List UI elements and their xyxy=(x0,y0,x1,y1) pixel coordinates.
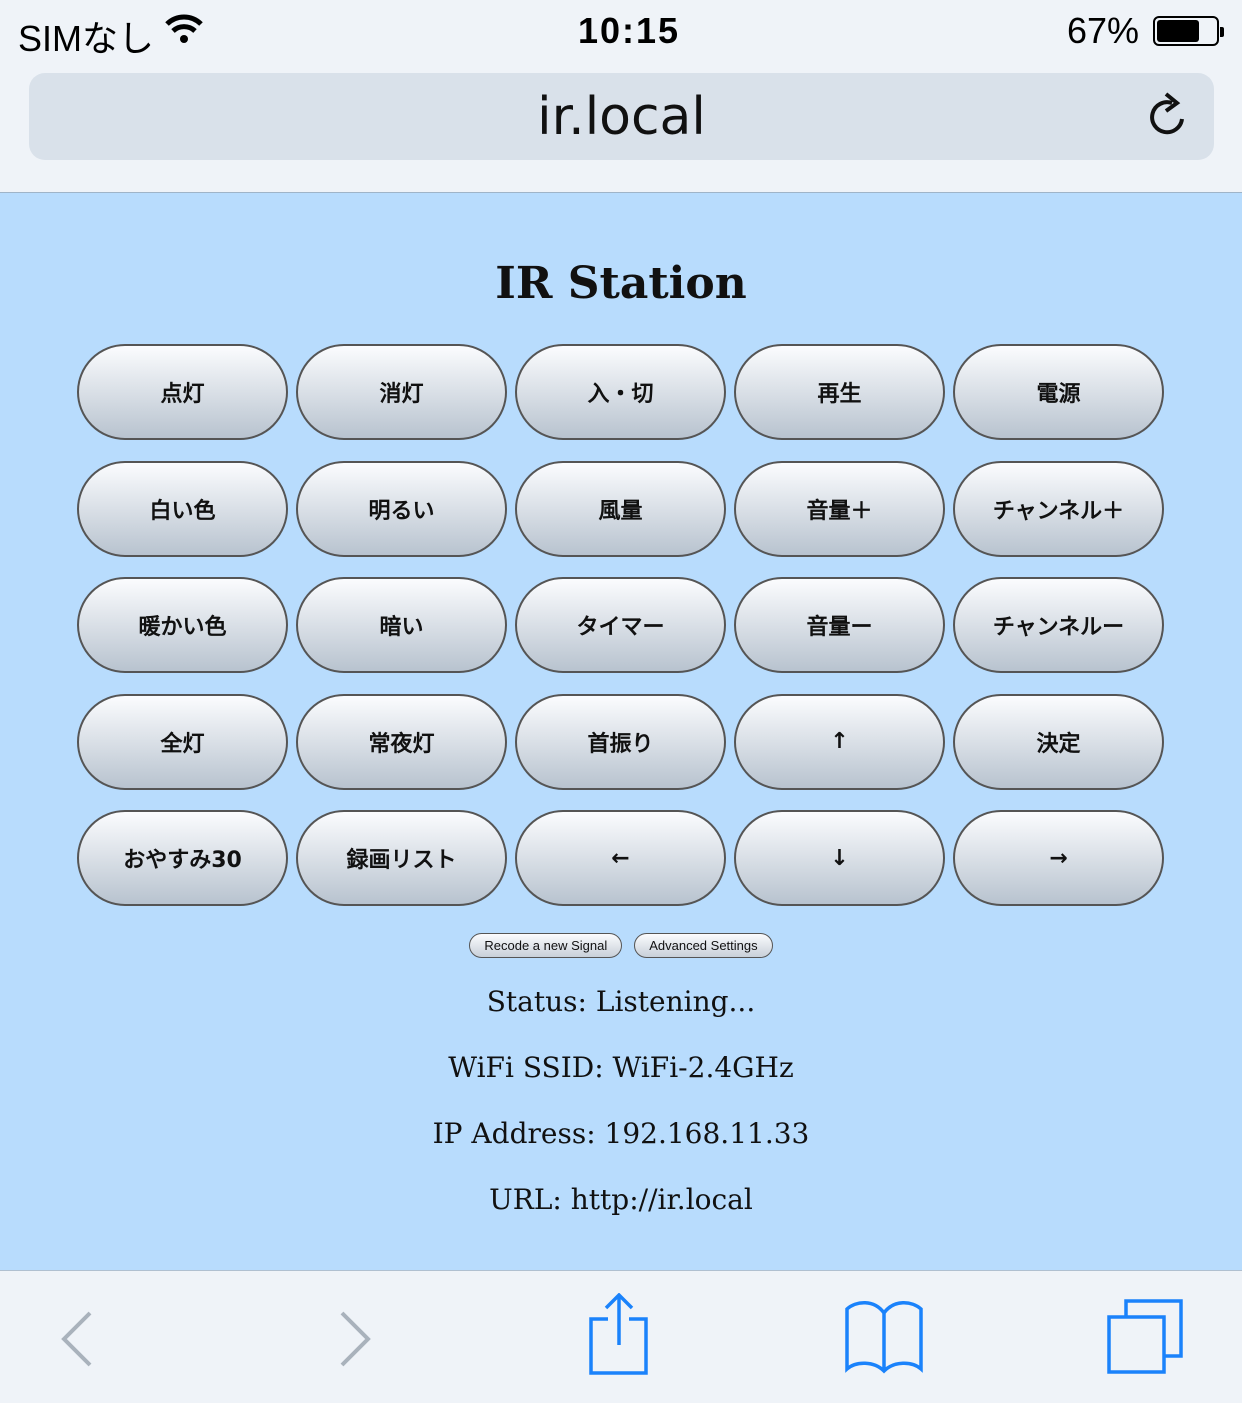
browser-chrome: SIMなし 10:15 67% ir.local xyxy=(0,0,1242,193)
url-text: ir.local xyxy=(537,86,706,147)
remote-button[interactable]: 再生 xyxy=(734,344,945,440)
back-icon[interactable] xyxy=(60,1311,96,1367)
remote-button[interactable]: タイマー xyxy=(515,577,726,673)
remote-button[interactable]: 明るい xyxy=(296,460,507,557)
remote-button[interactable]: おやすみ30 xyxy=(77,810,288,906)
wifi-ssid-text: WiFi SSID: WiFi-2.4GHz xyxy=(448,1051,794,1084)
remote-button[interactable]: ↑ xyxy=(734,693,945,790)
remote-button[interactable]: 決定 xyxy=(953,693,1164,790)
address-bar[interactable]: ir.local xyxy=(29,73,1214,160)
forward-icon[interactable] xyxy=(336,1311,372,1367)
remote-button[interactable]: 点灯 xyxy=(77,344,288,440)
reload-icon[interactable] xyxy=(1144,91,1192,141)
remote-button[interactable]: 全灯 xyxy=(77,693,288,790)
remote-button[interactable]: 入・切 xyxy=(515,344,726,440)
wifi-icon xyxy=(165,14,203,43)
url-text-info: URL: http://ir.local xyxy=(489,1183,753,1216)
browser-toolbar xyxy=(0,1270,1242,1403)
remote-button[interactable]: 暖かい色 xyxy=(77,577,288,673)
remote-button[interactable]: ← xyxy=(515,810,726,906)
remote-button[interactable]: 消灯 xyxy=(296,344,507,440)
remote-button[interactable]: 電源 xyxy=(953,344,1164,440)
tabs-icon[interactable] xyxy=(1106,1299,1184,1375)
remote-button[interactable]: → xyxy=(953,810,1164,906)
remote-button[interactable]: チャンネルー xyxy=(953,577,1164,673)
clock: 10:15 xyxy=(578,10,681,51)
battery-icon xyxy=(1153,16,1224,46)
remote-button[interactable]: 暗い xyxy=(296,577,507,673)
remote-button[interactable]: 音量＋ xyxy=(734,460,945,557)
remote-button[interactable]: 音量ー xyxy=(734,577,945,673)
advanced-settings-button[interactable]: Advanced Settings xyxy=(634,933,773,958)
remote-button[interactable]: チャンネル＋ xyxy=(953,460,1164,557)
remote-button[interactable]: 風量 xyxy=(515,460,726,557)
battery-percent: 67% xyxy=(1067,10,1140,51)
remote-button[interactable]: ↓ xyxy=(734,810,945,906)
remote-button-grid: 点灯 消灯 入・切 再生 電源白い色 明るい 風量 音量＋ チャンネル＋ 暖かい色 暗い タイマー 音量… xyxy=(77,344,1164,906)
remote-button[interactable]: 首振り xyxy=(515,693,726,790)
page-title: IR Station xyxy=(495,258,747,309)
recode-signal-button[interactable]: Recode a new Signal xyxy=(469,933,623,958)
remote-button[interactable]: 白い色 xyxy=(77,460,288,557)
carrier-label: SIMなし xyxy=(18,18,155,59)
share-icon[interactable] xyxy=(588,1293,650,1375)
ip-address-text: IP Address: 192.168.11.33 xyxy=(432,1117,810,1150)
remote-button[interactable]: 録画リスト xyxy=(296,810,507,906)
bookmarks-icon[interactable] xyxy=(844,1299,924,1375)
status-text: Status: Listening... xyxy=(486,985,756,1018)
remote-button[interactable]: 常夜灯 xyxy=(296,693,507,790)
